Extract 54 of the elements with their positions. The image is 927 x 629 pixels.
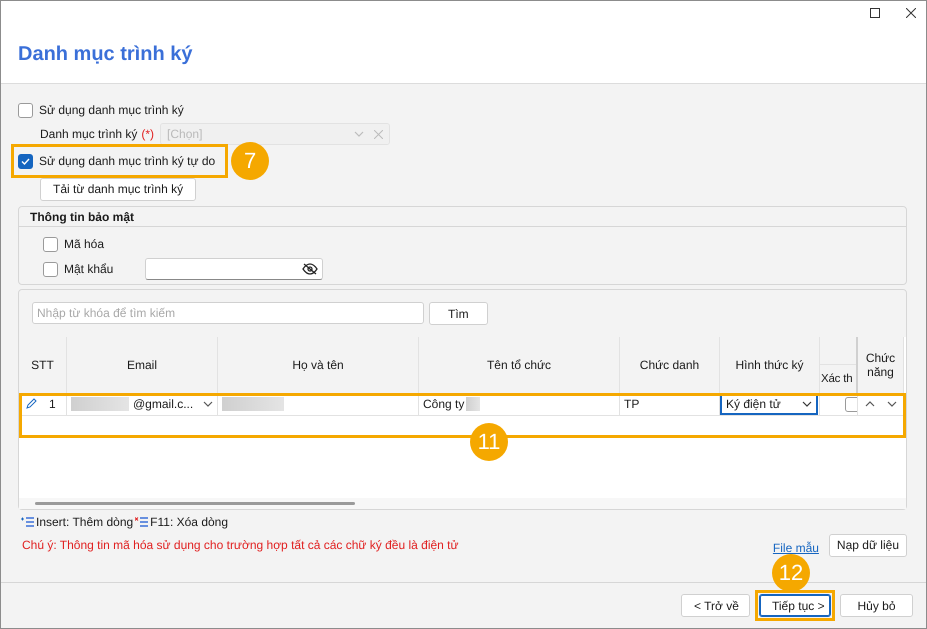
column-header: Chức năng	[858, 337, 904, 393]
password-field[interactable]	[145, 258, 324, 280]
column-header: Email	[67, 337, 218, 393]
redacted-block	[71, 397, 129, 411]
chevron-up-icon[interactable]	[864, 401, 874, 407]
checkbox[interactable]	[43, 236, 58, 252]
column-header: Tên tổ chức	[419, 337, 620, 393]
position-value: TP	[624, 397, 640, 411]
footer-button[interactable]: Hủy bỏ	[840, 594, 913, 617]
redacted-block	[222, 397, 284, 411]
organization-value: Công ty	[423, 397, 464, 411]
pencil-icon[interactable]	[25, 398, 37, 410]
add-row-icon	[21, 517, 34, 527]
redacted-block	[466, 397, 480, 411]
checkbox-label: Sử dụng danh mục trình ký tự do	[39, 154, 216, 168]
load-button[interactable]: Tải từ danh mục trình ký	[40, 178, 196, 200]
sample-file-link[interactable]: File mẫu	[772, 541, 819, 555]
checkbox-label: Mật khẩu	[64, 262, 114, 276]
checkbox-label: Mã hóa	[64, 237, 104, 251]
step-badge: 11	[470, 423, 508, 461]
footer-button[interactable]: < Trở về	[681, 594, 750, 617]
chevron-down-icon[interactable]	[203, 401, 213, 407]
checkbox[interactable]	[18, 154, 33, 168]
email-value[interactable]: @gmail.c...	[133, 397, 194, 411]
column-header: STT	[19, 337, 67, 393]
panel-title: Thông tin bảo mật	[30, 210, 134, 224]
checkbox[interactable]	[43, 262, 58, 276]
required-mark: (*)	[141, 127, 154, 141]
chevron-down-icon[interactable]	[886, 401, 896, 407]
column-header: Hình thức ký	[720, 337, 820, 393]
column-header: Họ và tên	[218, 337, 419, 393]
field-label: Danh mục trình ký	[40, 127, 138, 141]
step-badge: 7	[231, 142, 270, 180]
scrollbar-thumb[interactable]	[35, 502, 355, 505]
row-number: 1	[49, 397, 56, 411]
chevron-down-icon[interactable]	[802, 401, 812, 407]
close-icon[interactable]	[906, 8, 916, 18]
shortcut-hint: Insert: Thêm dòng	[36, 515, 134, 529]
checkbox-label: Sử dụng danh mục trình ký	[39, 103, 184, 117]
page-title: Danh mục trình ký	[18, 42, 192, 66]
search-field[interactable]: Nhập từ khóa để tìm kiếm	[32, 302, 424, 324]
column-header: Chức danh	[620, 337, 720, 393]
search-button[interactable]: Tìm	[429, 302, 488, 325]
import-button[interactable]: Nạp dữ liệu	[828, 534, 907, 556]
warning-note: Chú ý: Thông tin mã hóa sử dụng cho trường hợp tất cả các chữ ký đều là điện tử	[22, 538, 460, 552]
checkbox[interactable]	[18, 102, 33, 118]
delete-row-icon	[135, 517, 148, 527]
shortcut-hint: F11: Xóa dòng	[150, 515, 228, 529]
column-header: Xác th	[820, 372, 854, 387]
maximize-icon[interactable]	[870, 8, 880, 18]
eye-slash-icon[interactable]	[302, 263, 318, 275]
step-badge: 12	[772, 554, 810, 592]
footer-button[interactable]: Tiếp tục >	[759, 594, 831, 617]
checkbox[interactable]	[845, 396, 857, 412]
